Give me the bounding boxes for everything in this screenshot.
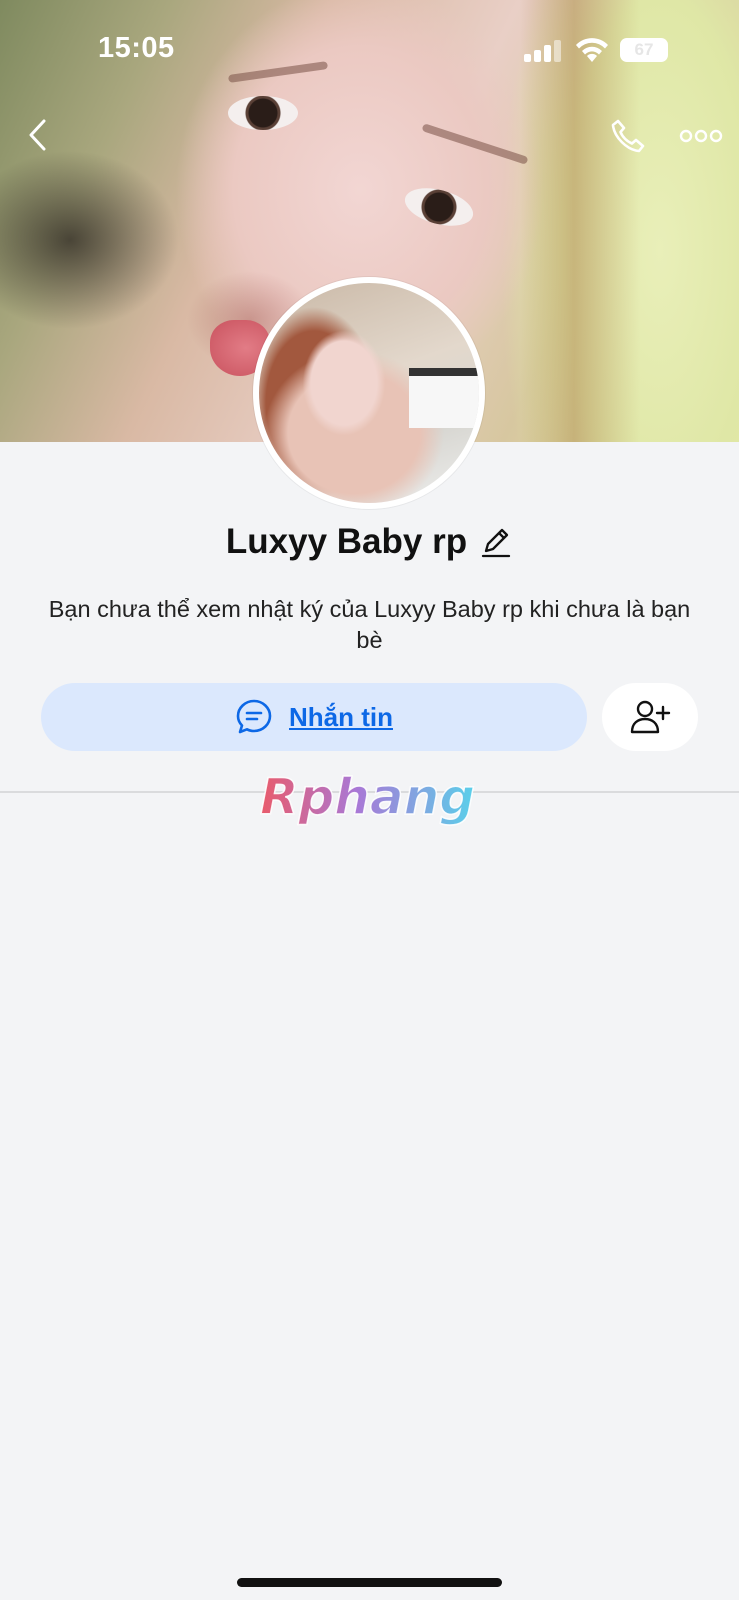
avatar-background-window xyxy=(409,368,479,428)
diary-locked-notice: Bạn chưa thể xem nhật ký của Luxyy Baby … xyxy=(48,596,691,653)
more-button[interactable] xyxy=(676,118,726,154)
back-chevron-icon xyxy=(29,119,46,151)
profile-avatar[interactable] xyxy=(253,277,485,509)
cover-brow-right xyxy=(421,123,529,165)
cellular-signal-icon xyxy=(524,40,562,62)
chat-bubble-icon xyxy=(236,699,272,734)
more-dots-icon xyxy=(679,129,723,143)
home-indicator[interactable] xyxy=(237,1578,502,1587)
cover-eye-left xyxy=(228,96,298,130)
edit-pencil-icon[interactable] xyxy=(479,525,513,559)
status-bar: 15:05 67 xyxy=(0,0,739,100)
call-button[interactable] xyxy=(606,114,650,158)
add-friend-button[interactable] xyxy=(602,683,698,751)
add-friend-icon xyxy=(630,700,671,734)
message-button[interactable]: Nhắn tin xyxy=(41,683,587,751)
profile-name: Luxyy Baby rp xyxy=(225,522,468,561)
battery-icon: 67 xyxy=(620,38,668,62)
message-button-label: Nhắn tin xyxy=(289,701,393,732)
battery-level: 67 xyxy=(634,40,654,59)
phone-call-icon xyxy=(611,119,645,153)
back-button[interactable] xyxy=(18,115,58,155)
status-time: 15:05 xyxy=(98,32,175,64)
svg-text:Rphang: Rphang xyxy=(260,768,475,826)
watermark-logo: Rphang xyxy=(259,768,476,827)
cover-eye-right xyxy=(400,181,478,233)
cover-shadow xyxy=(0,150,180,330)
profile-name-row: Luxyy Baby rp xyxy=(0,522,739,562)
wifi-icon xyxy=(576,38,608,62)
